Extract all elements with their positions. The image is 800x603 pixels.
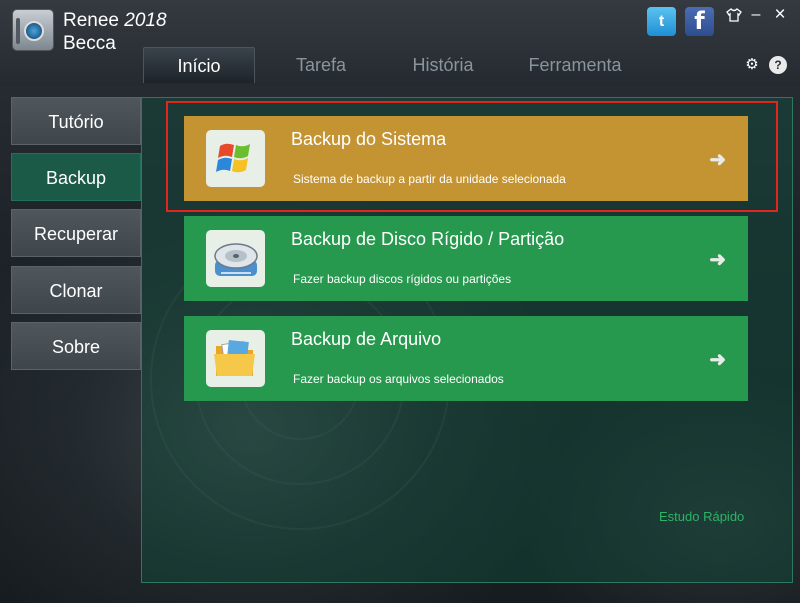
- quick-study-link[interactable]: Estudo Rápido: [659, 509, 744, 524]
- settings-gear-icon[interactable]: ⚙: [743, 56, 761, 74]
- backup-panel: Backup do Sistema Sistema de backup a pa…: [141, 97, 793, 583]
- folder-icon: [206, 330, 265, 387]
- close-button[interactable]: ×: [771, 5, 789, 24]
- card-description: Fazer backup os arquivos selecionados: [293, 372, 504, 386]
- sidebar-item-backup[interactable]: Backup: [11, 153, 141, 201]
- card-title: Backup de Arquivo: [291, 329, 442, 349]
- shirt-icon[interactable]: [725, 8, 743, 22]
- twitter-button[interactable]: t: [647, 7, 676, 36]
- sidebar-item-clonar[interactable]: Clonar: [11, 266, 141, 314]
- tab-historia[interactable]: História: [388, 47, 498, 83]
- minimize-button[interactable]: –: [747, 6, 765, 24]
- help-icon[interactable]: ?: [769, 56, 787, 74]
- arrow-right-icon: ➜: [709, 349, 726, 371]
- card-description: Fazer backup discos rígidos ou partições: [293, 272, 512, 286]
- sidebar-item-tutorio[interactable]: Tutório: [11, 97, 141, 145]
- facebook-button[interactable]: f: [685, 7, 714, 36]
- brand-name: Renee: [63, 10, 119, 31]
- sidebar-item-sobre[interactable]: Sobre: [11, 322, 141, 370]
- tab-ferramenta[interactable]: Ferramenta: [505, 47, 645, 83]
- windows-logo-icon: [206, 130, 265, 187]
- card-description: Sistema de backup a partir da unidade se…: [293, 172, 566, 186]
- facebook-icon: f: [694, 7, 705, 35]
- system-backup-card[interactable]: Backup do Sistema Sistema de backup a pa…: [184, 116, 748, 201]
- app-window: Renee 2018 Becca Início Tarefa História …: [0, 0, 800, 603]
- card-title: Backup de Disco Rígido / Partição: [291, 229, 565, 249]
- title-bar: Renee 2018 Becca Início Tarefa História …: [0, 0, 800, 86]
- arrow-right-icon: ➜: [709, 249, 726, 271]
- sidebar-item-recuperar[interactable]: Recuperar: [11, 209, 141, 257]
- tab-tarefa[interactable]: Tarefa: [261, 47, 381, 83]
- twitter-icon: t: [658, 13, 665, 30]
- arrow-right-icon: ➜: [709, 149, 726, 171]
- file-backup-card[interactable]: Backup de Arquivo Fazer backup os arquiv…: [184, 316, 748, 401]
- app-logo-icon: [12, 9, 54, 51]
- card-title: Backup do Sistema: [291, 129, 447, 149]
- brand-year: 2018: [124, 10, 167, 31]
- hard-disk-icon: [206, 230, 265, 287]
- tab-inicio[interactable]: Início: [143, 47, 255, 83]
- disk-partition-backup-card[interactable]: Backup de Disco Rígido / Partição Fazer …: [184, 216, 748, 301]
